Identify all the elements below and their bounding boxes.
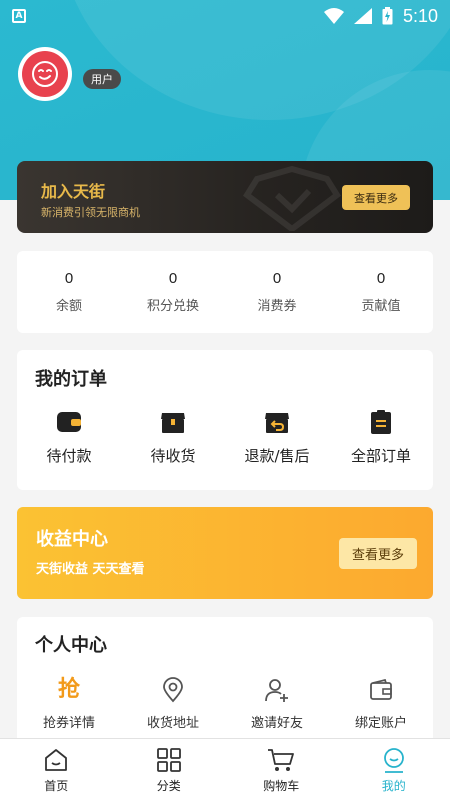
shipping-address[interactable]: 收货地址 (121, 677, 225, 731)
tab-profile[interactable]: 我的 (338, 739, 450, 801)
return-box-icon (263, 408, 291, 436)
stat-label: 贡献值 (361, 299, 401, 314)
personal-label: 收货地址 (146, 716, 199, 731)
stats-card: 0 余额 0 积分兑换 0 消费券 0 贡献值 (17, 251, 433, 333)
stat-balance[interactable]: 0 余额 (17, 251, 121, 333)
stat-coupons[interactable]: 0 消费券 (225, 251, 329, 333)
vip-subtitle: 新消费引领无限商机 (41, 206, 140, 219)
location-pin-icon (159, 677, 187, 703)
avatar[interactable] (18, 47, 72, 101)
stat-value: 0 (376, 270, 386, 287)
tab-cart[interactable]: 购物车 (225, 739, 338, 801)
profile-icon (380, 746, 408, 774)
personal-label: 邀请好友 (250, 716, 303, 731)
tab-label: 我的 (381, 779, 406, 793)
tab-home[interactable]: 首页 (0, 739, 113, 801)
bind-account[interactable]: 绑定账户 (329, 677, 433, 731)
vip-title: 加入天街 (41, 182, 106, 201)
wallet-outline-icon (367, 677, 395, 703)
stat-value: 0 (272, 270, 282, 287)
earnings-more-button[interactable]: 查看更多 (339, 538, 417, 569)
order-refund[interactable]: 退款/售后 (225, 408, 329, 466)
grid-icon (155, 746, 183, 774)
earnings-subtitle: 天街收益 天天查看 (36, 562, 145, 577)
tab-label: 首页 (44, 779, 69, 793)
orders-title: 我的订单 (35, 369, 107, 390)
bottom-tab-bar: 首页 分类 购物车 我的 (0, 738, 450, 801)
orders-card: 我的订单 待付款 待收货 退款/售后 全部订单 (17, 350, 433, 490)
order-all[interactable]: 全部订单 (329, 408, 433, 466)
invite-friends[interactable]: 邀请好友 (225, 677, 329, 731)
vip-more-button[interactable]: 查看更多 (342, 185, 410, 210)
grab-coupon-icon: 抢 (57, 677, 80, 702)
user-tag[interactable]: 用户 (83, 69, 121, 89)
status-time: 5:10 (402, 5, 438, 26)
stat-value: 0 (168, 270, 178, 287)
stat-label: 消费券 (257, 299, 297, 314)
tab-category[interactable]: 分类 (113, 739, 226, 801)
order-label: 待收货 (150, 447, 196, 465)
diamond-decor-icon (243, 165, 341, 231)
cart-icon (267, 746, 295, 774)
personal-label: 绑定账户 (354, 716, 407, 731)
status-bar: A 5:10 (0, 0, 450, 32)
order-pending-payment[interactable]: 待付款 (17, 408, 121, 466)
stat-label: 余额 (55, 299, 82, 314)
box-icon (159, 408, 187, 436)
personal-center-card: 个人中心 抢 抢券详情 收货地址 邀请好友 绑定账户 (17, 617, 433, 747)
stat-label: 积分兑换 (146, 299, 199, 314)
avatar-face-icon (22, 51, 68, 97)
wallet-icon (55, 408, 83, 436)
battery-icon (382, 7, 393, 25)
clipboard-icon (367, 408, 395, 436)
stat-value: 0 (64, 270, 74, 287)
order-label: 待付款 (46, 447, 92, 465)
order-pending-receipt[interactable]: 待收货 (121, 408, 225, 466)
stat-points[interactable]: 0 积分兑换 (121, 251, 225, 333)
add-user-icon (263, 677, 291, 703)
personal-label: 抢券详情 (42, 716, 95, 731)
grab-coupon-details[interactable]: 抢 抢券详情 (17, 677, 121, 731)
app-notification-icon: A (12, 9, 26, 23)
earnings-title: 收益中心 (36, 529, 108, 550)
earnings-banner[interactable]: 收益中心 天街收益 天天查看 查看更多 (17, 507, 433, 599)
order-label: 退款/售后 (244, 447, 310, 465)
vip-banner[interactable]: 加入天街 新消费引领无限商机 查看更多 (17, 161, 433, 233)
home-icon (42, 746, 70, 774)
tab-label: 购物车 (263, 779, 300, 793)
order-label: 全部订单 (350, 447, 411, 465)
stat-contribution[interactable]: 0 贡献值 (329, 251, 433, 333)
personal-title: 个人中心 (35, 635, 107, 656)
signal-icon (353, 8, 372, 24)
tab-label: 分类 (156, 779, 181, 793)
wifi-icon (323, 8, 344, 24)
